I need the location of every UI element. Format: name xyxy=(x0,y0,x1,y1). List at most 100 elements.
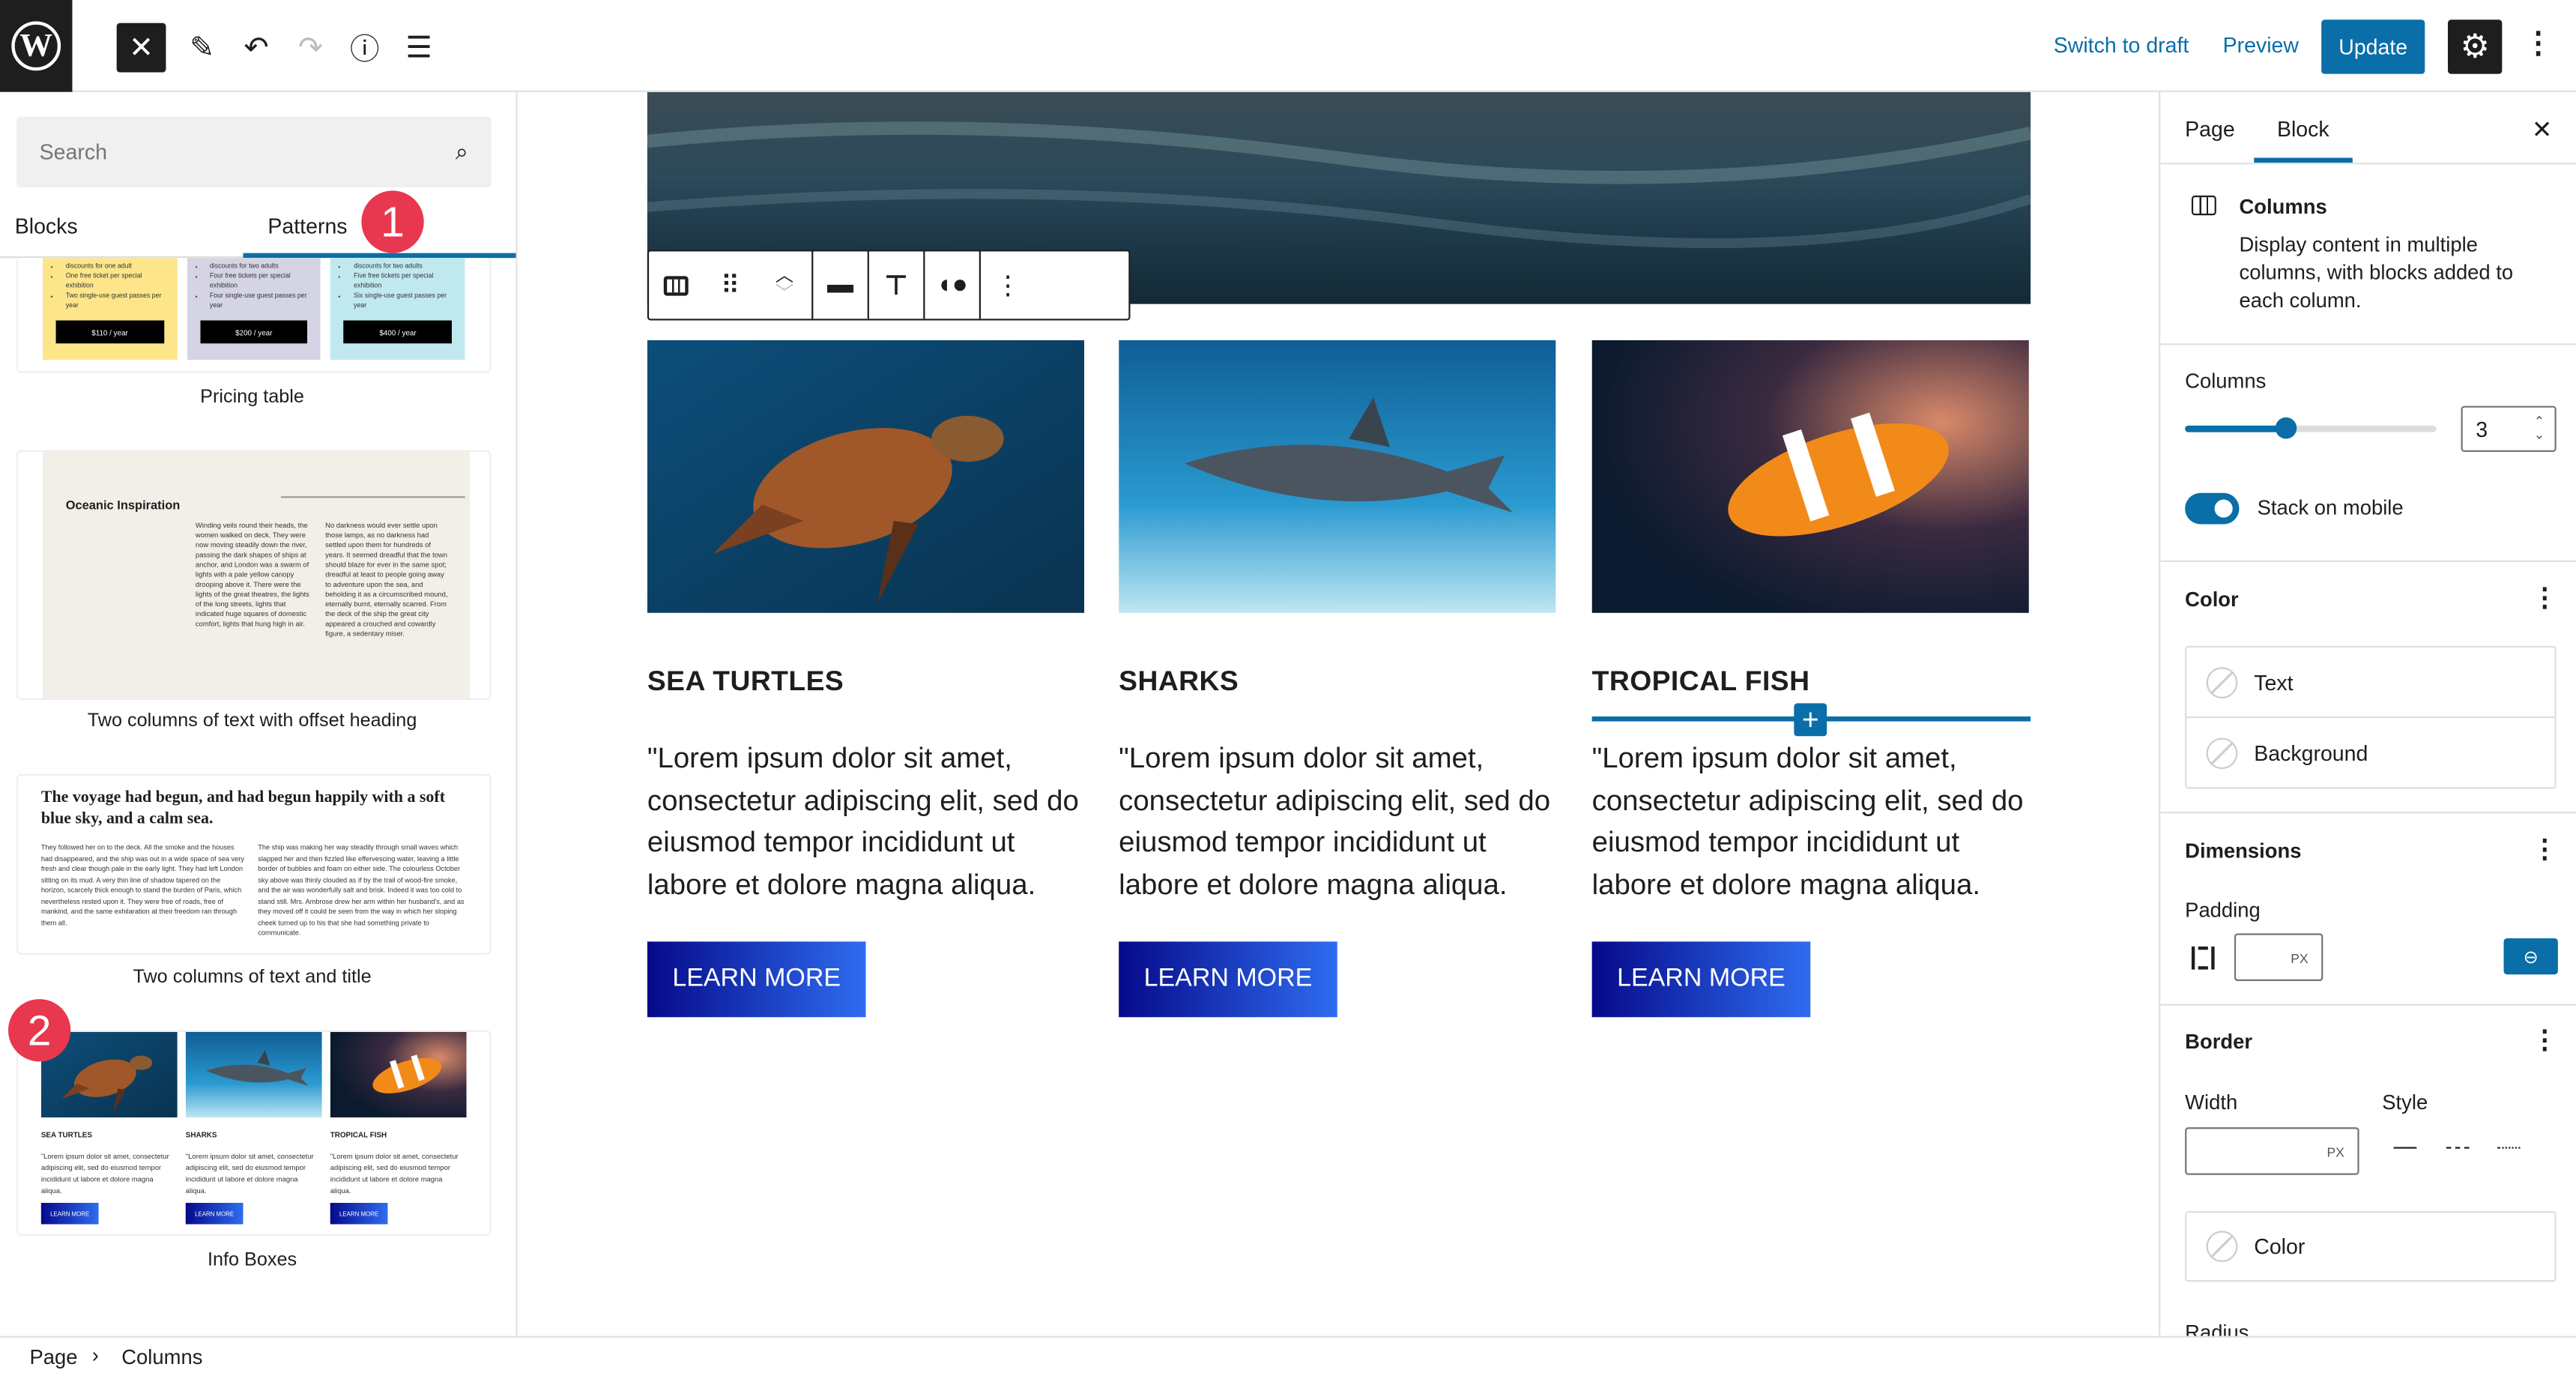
pricing-feature: discounts for one adult xyxy=(66,262,167,271)
pricing-feature: discounts for two adults xyxy=(210,262,311,271)
pricing-feature: Four free tickets per special exhibition xyxy=(210,271,311,291)
column-text[interactable]: "Lorem ipsum dolor sit amet, consectetur… xyxy=(647,737,1091,905)
learn-more-button[interactable]: LEARN MORE xyxy=(1591,941,1811,1018)
border-color-item[interactable]: Color xyxy=(2185,1210,2557,1282)
settings-button[interactable]: ⚙ xyxy=(2447,19,2503,74)
list-view-button[interactable]: ☰ xyxy=(394,23,444,73)
clownfish-image[interactable] xyxy=(1591,340,2029,613)
sea-turtle-image[interactable] xyxy=(647,340,1085,613)
undo-icon: ↶ xyxy=(244,30,269,64)
pricing-feature: Four single-use guest passes per year xyxy=(210,291,311,310)
top-toolbar: W ✕ ✎ ↶ ↷ ⓘ ☰ Switch to draft Preview Up… xyxy=(0,0,2576,92)
stack-on-mobile-toggle[interactable] xyxy=(2185,492,2240,525)
move-buttons[interactable]: ︿ ﹀ xyxy=(758,251,811,319)
drag-handle[interactable]: ⠿ xyxy=(703,251,757,319)
padding-sides-icon[interactable] xyxy=(2191,946,2215,970)
block-card: Columns Display content in multiple colu… xyxy=(2160,163,2576,343)
tab-block[interactable]: Block xyxy=(2277,117,2329,142)
background-color-item[interactable]: Background xyxy=(2186,718,2554,787)
column-title[interactable]: SEA TURTLES xyxy=(647,666,844,698)
pattern-info-boxes[interactable]: SEA TURTLES "Lorem ipsum dolor sit amet,… xyxy=(16,1030,492,1236)
pencil-icon: ✎ xyxy=(190,30,215,64)
pattern-two-columns-text-title[interactable]: The voyage had begun, and had begun happ… xyxy=(16,773,492,955)
color-options-button[interactable]: ⋮ xyxy=(2532,582,2558,615)
padding-input[interactable]: PX xyxy=(2234,933,2323,981)
dotted-style-button[interactable] xyxy=(2497,1147,2521,1149)
block-description: Display content in multiple columns, wit… xyxy=(2239,233,2514,313)
link-sides-button[interactable]: ⊖ xyxy=(2503,938,2558,975)
list-view-icon: ☰ xyxy=(405,30,432,64)
insert-block-button[interactable]: + xyxy=(1794,702,1827,737)
columns-count-input[interactable]: 3 ⌃ ⌄ xyxy=(2461,405,2557,452)
search-placeholder: Search xyxy=(39,139,107,165)
text-color-label: Text xyxy=(2254,669,2294,695)
preview-column-2: No darkness would ever settle upon those… xyxy=(325,521,448,638)
pattern-pricing-table[interactable]: discounts for one adultOne free ticket p… xyxy=(16,258,492,373)
learn-more-button[interactable]: LEARN MORE xyxy=(647,941,866,1018)
dashed-style-button[interactable] xyxy=(2446,1147,2470,1149)
columns-count-value: 3 xyxy=(2476,417,2488,442)
tools-button[interactable]: ✎ xyxy=(178,23,227,73)
breadcrumb-columns[interactable]: Columns xyxy=(121,1346,202,1369)
switch-to-draft-button[interactable]: Switch to draft xyxy=(2054,33,2189,58)
columns-slider[interactable] xyxy=(2185,417,2437,439)
tab-blocks[interactable]: Blocks xyxy=(15,214,78,238)
text-color-item[interactable]: Text xyxy=(2186,648,2555,719)
mini-column-text: "Lorem ipsum dolor sit amet, consectetur… xyxy=(40,1152,169,1195)
search-input[interactable]: Search ⌕ xyxy=(16,116,492,187)
column-text[interactable]: "Lorem ipsum dolor sit amet, consectetur… xyxy=(1592,737,2036,905)
color-panel: Color ⋮ Text Background xyxy=(2160,560,2576,812)
solid-style-button[interactable] xyxy=(2393,1147,2417,1149)
empty-swatch-icon xyxy=(2206,666,2238,698)
chevron-right-icon: › xyxy=(91,1344,99,1368)
preview-rule xyxy=(280,496,465,498)
block-type-button[interactable] xyxy=(649,251,703,319)
mini-shark-image xyxy=(185,1031,322,1117)
column-text[interactable]: "Lorem ipsum dolor sit amet, consectetur… xyxy=(1119,737,1562,905)
wordpress-logo-button[interactable]: W xyxy=(0,0,73,92)
shark-image[interactable] xyxy=(1119,340,1556,613)
border-options-button[interactable]: ⋮ xyxy=(2532,1024,2558,1057)
columns-icon xyxy=(663,275,689,295)
details-button[interactable]: ⓘ xyxy=(340,23,390,73)
redo-button[interactable]: ↷ xyxy=(286,23,336,73)
editor-canvas: ⠿ ︿ ﹀ ▬ ⊤ ◖● ⋮ SEA TURTLES "Lorem ipsum d… xyxy=(517,91,2159,1336)
tab-patterns[interactable]: Patterns xyxy=(267,214,347,238)
options-button[interactable]: ⋮ xyxy=(2524,26,2553,61)
slider-thumb[interactable] xyxy=(2276,417,2297,439)
dimensions-title: Dimensions xyxy=(2185,839,2302,863)
mini-column-title: TROPICAL FISH xyxy=(330,1130,387,1139)
move-down-icon[interactable]: ﹀ xyxy=(775,284,793,303)
stepper-icon[interactable]: ⌃ ⌄ xyxy=(2534,415,2545,442)
mini-learn-more: LEARN MORE xyxy=(330,1202,388,1225)
update-button[interactable]: Update xyxy=(2321,19,2425,74)
pricing-button: $110 / year xyxy=(55,320,164,344)
pricing-button: $400 / year xyxy=(344,320,452,344)
duotone-button[interactable]: ◖● xyxy=(925,251,979,319)
pricing-feature: discounts for two adults xyxy=(354,262,455,271)
learn-more-button[interactable]: LEARN MORE xyxy=(1119,941,1337,1018)
undo-button[interactable]: ↶ xyxy=(232,23,281,73)
kebab-icon: ⋮ xyxy=(2523,26,2554,59)
align-button[interactable]: ▬ xyxy=(813,251,867,319)
column-title[interactable]: TROPICAL FISH xyxy=(1592,666,1810,698)
border-width-input[interactable]: PX xyxy=(2185,1127,2359,1175)
pricing-feature: Five free tickets per special exhibition xyxy=(354,271,455,291)
close-sidebar-button[interactable]: ✕ xyxy=(2532,115,2553,145)
move-up-icon[interactable]: ︿ xyxy=(775,266,793,285)
unit-label: PX xyxy=(2326,1145,2344,1160)
pattern-label: Two columns of text with offset heading xyxy=(87,711,417,731)
preview-button[interactable]: Preview xyxy=(2223,33,2299,58)
drag-icon: ⠿ xyxy=(720,271,740,301)
dimensions-options-button[interactable]: ⋮ xyxy=(2532,833,2558,866)
pricing-card: discounts for two adultsFour free ticket… xyxy=(187,258,321,360)
block-options-button[interactable]: ⋮ xyxy=(981,251,1035,319)
pricing-feature: Two single-use guest passes per year xyxy=(66,291,167,310)
close-inserter-button[interactable]: ✕ xyxy=(116,22,166,73)
breadcrumb-page[interactable]: Page xyxy=(29,1346,77,1369)
pattern-two-columns-offset-heading[interactable]: Oceanic Inspiration Winding veils round … xyxy=(16,450,492,701)
column-title[interactable]: SHARKS xyxy=(1119,666,1239,698)
tab-page[interactable]: Page xyxy=(2185,117,2235,142)
pricing-button: $200 / year xyxy=(199,320,308,344)
vertical-align-button[interactable]: ⊤ xyxy=(869,251,923,319)
